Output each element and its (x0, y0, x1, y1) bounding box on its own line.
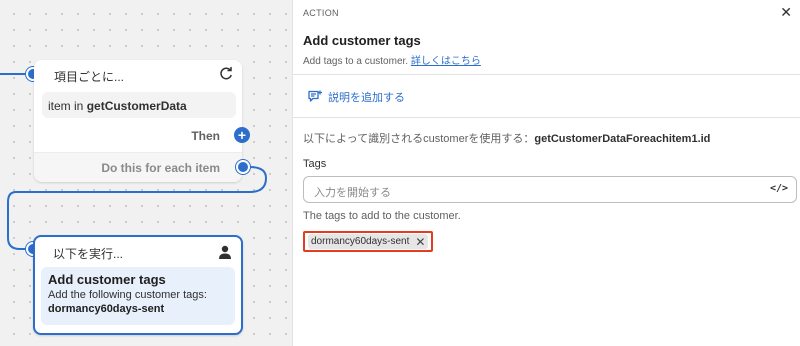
add-note-icon (308, 90, 322, 102)
learn-more-link[interactable]: 詳しくはこちら (411, 56, 481, 67)
loop-item-prefix: item in (48, 99, 84, 113)
for-each-node-header: 項目ごとに... (54, 70, 125, 84)
tags-label: Tags (303, 158, 327, 170)
panel-subtitle: Add tags to a customer. 詳しくはこちら (303, 52, 481, 67)
close-icon[interactable]: ✕ (780, 4, 792, 21)
action-node-description: Add the following customer tags: (48, 289, 207, 301)
panel-title: Add customer tags (303, 33, 421, 48)
divider (293, 117, 800, 118)
tags-help-text: The tags to add to the customer. (303, 210, 461, 222)
action-node-body: Add customer tags Add the following cust… (41, 267, 235, 325)
tags-input[interactable]: 入力を開始する </> (303, 176, 797, 203)
panel-eyebrow: ACTION (303, 8, 339, 18)
code-toggle-icon[interactable]: </> (770, 183, 788, 194)
each-item-output-port[interactable] (236, 160, 250, 174)
loop-item-source: item in getCustomerData (42, 92, 236, 118)
then-label: Then (191, 129, 220, 143)
each-item-row: Do this for each item (34, 152, 242, 182)
add-customer-tags-node[interactable]: 以下を実行... Add customer tags Add the follo… (33, 235, 243, 335)
divider (293, 74, 800, 75)
refresh-icon[interactable] (218, 66, 234, 82)
remove-tag-icon[interactable]: ✕ (415, 235, 425, 249)
workflow-canvas[interactable]: 項目ごとに... item in getCustomerData Then Do… (0, 0, 292, 346)
add-description-label: 説明を追加する (328, 92, 405, 104)
customer-identifier-prefix: 以下によって識別されるcustomerを使用する： (303, 133, 535, 145)
action-settings-panel: ACTION ✕ Add customer tags Add tags to a… (292, 0, 800, 346)
each-item-label: Do this for each item (101, 161, 220, 175)
action-node-header: 以下を実行... (53, 247, 124, 261)
customer-identifier: 以下によって識別されるcustomerを使用する：getCustomerData… (303, 130, 710, 146)
panel-subtitle-text: Add tags to a customer. (303, 56, 409, 67)
tags-input-placeholder: 入力を開始する (314, 187, 391, 199)
person-icon (219, 245, 231, 259)
tag-highlight-box: dormancy60days-sent ✕ (303, 231, 434, 252)
tag-chip: dormancy60days-sent ✕ (308, 234, 429, 249)
action-node-tag: dormancy60days-sent (48, 303, 165, 315)
action-node-title: Add customer tags (48, 272, 166, 287)
for-each-node[interactable]: 項目ごとに... item in getCustomerData Then Do… (34, 60, 242, 182)
customer-identifier-value: getCustomerDataForeachitem1.id (534, 133, 711, 145)
add-description-button[interactable]: 説明を追加する (307, 88, 405, 106)
tag-chip-label: dormancy60days-sent (311, 236, 410, 247)
add-then-step-icon[interactable]: + (234, 127, 250, 143)
loop-item-value: getCustomerData (86, 99, 187, 113)
